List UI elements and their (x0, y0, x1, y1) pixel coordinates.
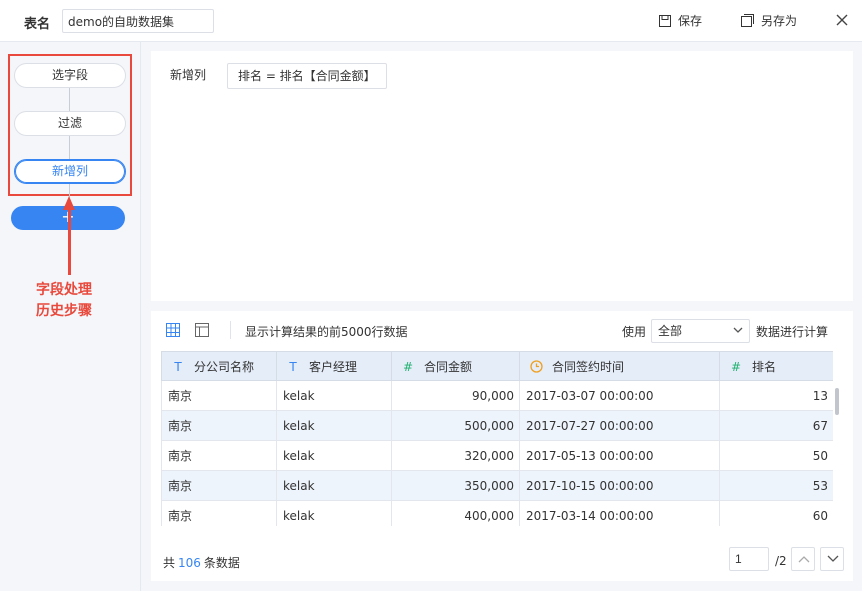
table-cell: 53 (719, 470, 833, 501)
text-type-icon: T (174, 359, 182, 374)
save-button[interactable]: 保存 (659, 12, 702, 29)
step-connector (69, 88, 70, 112)
table-cell: 500,000 (391, 410, 520, 441)
table-cell: 67 (719, 410, 833, 441)
table-cell: 南京 (161, 410, 277, 441)
prev-page-button[interactable] (791, 547, 815, 571)
table-cell: 90,000 (391, 380, 520, 411)
use-label: 使用 (622, 325, 647, 339)
column-header-label: 排名 (752, 359, 777, 374)
total-suffix: 条数据 (203, 556, 240, 570)
clock-icon (528, 359, 544, 374)
total-count: 共 106 条数据 (163, 554, 240, 571)
table-cell: kelak (276, 440, 392, 471)
column-header[interactable]: 合同签约时间 (519, 351, 720, 381)
step-filter[interactable]: 过滤 (14, 111, 126, 136)
table-cell: 350,000 (391, 470, 520, 501)
page-number-input[interactable] (729, 547, 769, 571)
table-cell: 2017-05-13 00:00:00 (519, 440, 720, 471)
column-header-label: 客户经理 (309, 359, 358, 374)
table-cell: 320,000 (391, 440, 520, 471)
column-header[interactable]: # 合同金额 (391, 351, 520, 381)
new-column-label: 新增列 (170, 68, 207, 82)
annotation-text-line1: 字段处理 (36, 282, 92, 298)
chevron-down-icon (733, 327, 743, 333)
table-row: 南京 kelak 350,000 2017-10-15 00:00:00 53 (161, 470, 833, 501)
table-cell: kelak (276, 410, 392, 441)
column-header[interactable]: T 分公司名称 (161, 351, 277, 381)
column-header[interactable]: T 客户经理 (276, 351, 392, 381)
column-header-label: 合同金额 (424, 359, 473, 374)
calc-label: 数据进行计算 (756, 325, 829, 339)
total-count-value: 106 (178, 556, 201, 570)
preview-panel: 显示计算结果的前5000行数据 使用 全部 数据进行计算 T 分公司名称 T 客户经… (151, 311, 853, 581)
table-cell: 南京 (161, 440, 277, 471)
table-cell: kelak (276, 470, 392, 501)
table-cell: 50 (719, 440, 833, 471)
column-header-label: 合同签约时间 (552, 359, 625, 374)
close-icon[interactable] (834, 12, 850, 28)
number-type-icon: # (730, 359, 742, 374)
table-cell: 2017-03-07 00:00:00 (519, 380, 720, 411)
step-select-fields[interactable]: 选字段 (14, 63, 126, 88)
save-label: 保存 (678, 14, 703, 28)
table-row: 南京 kelak 320,000 2017-05-13 00:00:00 50 (161, 440, 833, 471)
step-connector (69, 136, 70, 160)
table-header-row: T 分公司名称 T 客户经理 # 合同金额 合同签约时间 # 排名 (161, 351, 833, 381)
next-page-button[interactable] (820, 547, 844, 571)
table-view-icon[interactable] (195, 323, 209, 337)
scope-select-value: 全部 (658, 324, 683, 338)
total-prefix: 共 (163, 556, 176, 570)
table-cell: 南京 (161, 500, 277, 526)
step-add-column[interactable]: 新增列 (14, 159, 126, 184)
table-cell: 南京 (161, 380, 277, 411)
text-type-icon: T (289, 359, 297, 374)
save-as-button[interactable]: 另存为 (741, 12, 797, 29)
annotation-arrow (68, 210, 71, 275)
save-as-icon (741, 14, 754, 27)
formula-chip[interactable]: 排名 = 排名【合同金额】 (227, 63, 387, 89)
data-grid: T 分公司名称 T 客户经理 # 合同金额 合同签约时间 # 排名 南京 kelak 9… (161, 351, 833, 526)
main-area: 新增列 排名 = 排名【合同金额】 显示计算结果的前5000行数据 使用 全部 … (141, 42, 862, 591)
save-as-label: 另存为 (761, 14, 798, 28)
grid-scrollbar[interactable] (835, 388, 839, 415)
table-row: 南京 kelak 500,000 2017-07-27 00:00:00 67 (161, 410, 833, 441)
toolbar-divider (230, 321, 231, 339)
table-row: 南京 kelak 400,000 2017-03-14 00:00:00 60 (161, 500, 833, 526)
table-cell: kelak (276, 380, 392, 411)
table-cell: 南京 (161, 470, 277, 501)
top-bar: 表名 保存 另存为 (0, 0, 862, 42)
page-total: /2 (775, 554, 787, 568)
number-type-icon: # (402, 359, 414, 374)
table-cell: 2017-07-27 00:00:00 (519, 410, 720, 441)
preview-info-text: 显示计算结果的前5000行数据 (245, 325, 408, 339)
table-cell: 400,000 (391, 500, 520, 526)
table-row: 南京 kelak 90,000 2017-03-07 00:00:00 13 (161, 380, 833, 411)
chevron-down-icon (827, 555, 839, 562)
table-cell: 2017-10-15 00:00:00 (519, 470, 720, 501)
table-cell: 60 (719, 500, 833, 526)
table-name-input[interactable] (62, 9, 214, 33)
annotation-text-line2: 历史步骤 (36, 303, 92, 319)
column-header[interactable]: # 排名 (719, 351, 833, 381)
chevron-up-icon (798, 556, 810, 563)
column-header-label: 分公司名称 (194, 359, 255, 374)
table-name-label: 表名 (24, 17, 51, 32)
grid-view-icon[interactable] (166, 323, 180, 337)
steps-sidebar: 选字段 过滤 新增列 + 字段处理 历史步骤 (0, 42, 141, 591)
annotation-arrow-head (63, 196, 75, 210)
scope-select[interactable]: 全部 (651, 319, 750, 343)
table-cell: kelak (276, 500, 392, 526)
table-cell: 13 (719, 380, 833, 411)
table-cell: 2017-03-14 00:00:00 (519, 500, 720, 526)
column-editor-panel: 新增列 排名 = 排名【合同金额】 (151, 51, 853, 301)
save-icon (659, 14, 671, 27)
